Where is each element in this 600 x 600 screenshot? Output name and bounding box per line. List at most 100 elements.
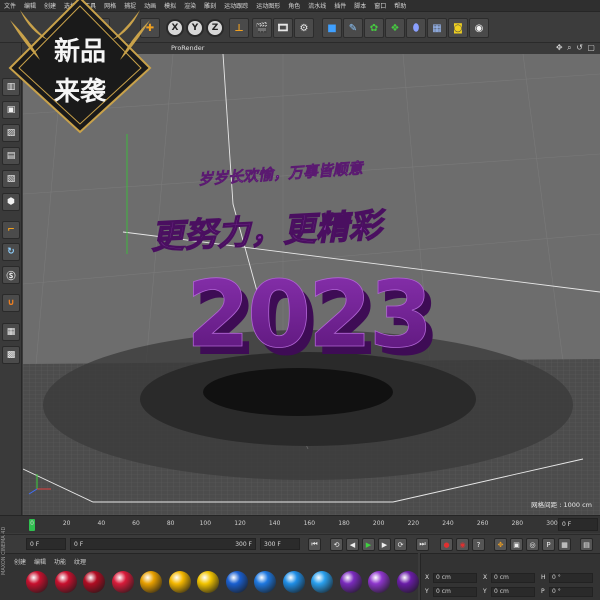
year-text: 2023	[186, 261, 430, 368]
material-swatch[interactable]	[396, 571, 419, 593]
grid-toggle-icon[interactable]: ▦	[2, 323, 20, 341]
material-swatch[interactable]	[26, 571, 48, 593]
cube-primitive-icon[interactable]: ■	[322, 18, 342, 38]
grid-spacing-label: 网格间距 : 1000 cm	[531, 501, 592, 509]
record-key-icon[interactable]: ●	[440, 538, 453, 551]
viewport-nav-icons[interactable]: ✥ ⌕ ↺ ▢	[556, 43, 596, 53]
autokey-icon[interactable]: ◉	[456, 538, 469, 551]
next-key-icon[interactable]: ⟳	[394, 538, 407, 551]
menu-item[interactable]: 模拟	[164, 1, 176, 10]
material-menu-item[interactable]: 功能	[54, 557, 66, 566]
timeline-tick-label: 280	[511, 520, 524, 527]
current-frame-field[interactable]: 0 F	[558, 518, 598, 531]
material-menu-item[interactable]: 编辑	[34, 557, 46, 566]
coordinate-value[interactable]: 0 °	[549, 586, 593, 597]
menu-item[interactable]: 脚本	[354, 1, 366, 10]
floor-icon[interactable]: ▦	[427, 18, 447, 38]
menu-item[interactable]: 窗口	[374, 1, 386, 10]
menu-item[interactable]: 雕刻	[204, 1, 216, 10]
material-swatch[interactable]	[311, 571, 333, 593]
magnet-icon[interactable]: ∪	[2, 294, 20, 312]
coordinate-value[interactable]: 0 cm	[491, 586, 535, 597]
material-swatch[interactable]	[140, 571, 162, 593]
point-level-key-icon[interactable]: ▦	[558, 538, 571, 551]
snap-icon[interactable]: Ⓢ	[2, 266, 20, 284]
y-axis-lock-button[interactable]: Y	[186, 19, 204, 37]
end-frame-field[interactable]: 300 F	[260, 538, 300, 550]
next-frame-icon[interactable]: ▶	[378, 538, 391, 551]
timeline-tick-label: 60	[132, 520, 140, 527]
render-picture-viewer-icon[interactable]: 🎞	[273, 18, 293, 38]
menu-item[interactable]: 运动跟踪	[224, 1, 248, 10]
material-swatch[interactable]	[225, 571, 248, 593]
polygons-mode-icon[interactable]: ⬢	[2, 193, 20, 211]
material-menu-item[interactable]: 纹理	[74, 557, 86, 566]
timeline-tick-label: 120	[234, 520, 246, 527]
x-axis-lock-button[interactable]: X	[166, 19, 184, 37]
material-swatch[interactable]	[54, 571, 77, 593]
go-to-start-icon[interactable]: ⏮	[308, 538, 321, 551]
go-to-end-icon[interactable]: ⏭	[416, 538, 429, 551]
keyframe-selection-icon[interactable]: ?	[472, 538, 485, 551]
material-swatch[interactable]	[368, 571, 390, 593]
badge-line1: 新品	[54, 36, 106, 67]
rotation-key-icon[interactable]: ◎	[526, 538, 539, 551]
coordinate-field[interactable]: X0 cm	[483, 572, 535, 583]
previous-frame-icon[interactable]: ◀	[346, 538, 359, 551]
menu-item[interactable]: 运动图形	[256, 1, 280, 10]
coordinate-value[interactable]: 0 cm	[433, 572, 477, 583]
render-settings-icon[interactable]: ⚙	[294, 18, 314, 38]
timeline-tick-label: 240	[442, 520, 454, 527]
badge-line2: 来袭	[54, 77, 107, 107]
film-strip-icon[interactable]: ▤	[580, 538, 593, 551]
menu-item[interactable]: 帮助	[394, 1, 406, 10]
side-brand-label: MAXON CINEMA 4D	[1, 526, 7, 575]
coordinate-field[interactable]: P 0 °	[541, 586, 593, 597]
edges-mode-icon[interactable]: ▧	[2, 170, 20, 188]
camera-icon[interactable]: ◙	[448, 18, 468, 38]
play-icon[interactable]: ▶	[362, 538, 375, 551]
material-swatch[interactable]	[197, 571, 219, 593]
generator-icon[interactable]: ✿	[364, 18, 384, 38]
menu-item[interactable]: 渲染	[184, 1, 196, 10]
render-view-icon[interactable]: 🎬	[252, 18, 272, 38]
timeline[interactable]: 0 F 0 20 40 60 80 100 120 140 160 180 200 220 240 260…	[0, 515, 600, 533]
layer-icon[interactable]: ▩	[2, 346, 20, 364]
light-icon[interactable]: ◉	[469, 18, 489, 38]
timeline-tick-label: 100	[199, 520, 212, 527]
environment-icon[interactable]: ⬮	[406, 18, 426, 38]
coordinate-field[interactable]: Y 0 cm	[425, 586, 477, 597]
material-swatch[interactable]	[83, 571, 105, 593]
coordinate-field[interactable]: Y 0 cm	[483, 586, 535, 597]
menu-item[interactable]: 插件	[334, 1, 346, 10]
coordinate-value[interactable]: 0 cm	[433, 586, 477, 597]
axis-mode-icon[interactable]: ⌐	[2, 221, 20, 239]
timeline-tick-label: 300	[546, 520, 558, 527]
parameter-key-icon[interactable]: P	[542, 538, 555, 551]
timeline-tick-label: 260	[476, 520, 489, 527]
tweak-mode-icon[interactable]: ↻	[2, 243, 20, 261]
material-menu-item[interactable]: 创建	[14, 557, 26, 566]
position-key-icon[interactable]: ✥	[494, 538, 507, 551]
pen-spline-icon[interactable]: ✎	[343, 18, 363, 38]
menu-item[interactable]: 角色	[288, 1, 300, 10]
previous-key-icon[interactable]: ⟲	[330, 538, 343, 551]
menu-item[interactable]: 流水线	[308, 1, 326, 10]
material-swatch[interactable]	[168, 571, 191, 593]
coordinate-system-icon[interactable]: ⊥	[229, 18, 249, 38]
scale-key-icon[interactable]: ▣	[510, 538, 523, 551]
coordinate-value[interactable]: 0 °	[549, 572, 593, 583]
z-axis-lock-button[interactable]: Z	[206, 19, 224, 37]
points-mode-icon[interactable]: ▤	[2, 147, 20, 165]
material-swatch[interactable]	[111, 571, 134, 593]
start-frame-field[interactable]: 0 F	[26, 538, 66, 550]
deformer-icon[interactable]: ❖	[385, 18, 405, 38]
material-swatch[interactable]	[254, 571, 276, 593]
coordinate-value[interactable]: 0 cm	[491, 572, 535, 583]
coordinate-field[interactable]: X0 cm	[425, 572, 477, 583]
material-menu: 创建 编辑 功能 纹理	[14, 557, 94, 566]
preview-range-field[interactable]: 0 F 300 F	[70, 538, 256, 550]
material-swatch[interactable]	[282, 571, 305, 593]
coordinate-field[interactable]: H0 °	[541, 572, 593, 583]
material-swatch[interactable]	[339, 571, 362, 593]
